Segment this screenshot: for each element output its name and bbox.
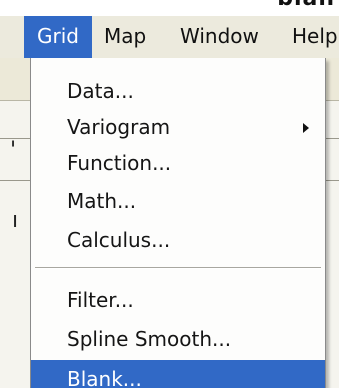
menu-item-label: Data...	[67, 79, 134, 103]
left-edge-mark: ı	[12, 208, 19, 233]
window-title-strip: blan	[0, 0, 339, 16]
menu-item-label: Calculus...	[67, 228, 171, 252]
menu-item-function[interactable]: Function...	[31, 144, 325, 182]
grid-menu-dropdown: Data... Variogram Function... Math... Ca…	[30, 58, 326, 388]
menu-item-label: Blank...	[67, 367, 142, 388]
menu-item-spline-smooth[interactable]: Spline Smooth...	[31, 320, 325, 358]
window-title-text: blan	[0, 0, 339, 11]
menu-separator	[35, 267, 321, 269]
menubar-item-window[interactable]: Window	[180, 16, 259, 58]
menu-item-variogram[interactable]: Variogram	[31, 108, 325, 146]
menubar-item-map[interactable]: Map	[104, 16, 146, 58]
menu-item-label: Math...	[67, 189, 137, 213]
menu-item-filter[interactable]: Filter...	[31, 281, 325, 319]
menu-item-label: Variogram	[67, 115, 171, 139]
menubar-item-help[interactable]: Help	[292, 16, 338, 58]
menu-item-label: Spline Smooth...	[67, 327, 232, 351]
left-edge-mark: '	[10, 138, 17, 163]
menu-item-label: Filter...	[67, 288, 134, 312]
menu-item-calculus[interactable]: Calculus...	[31, 221, 325, 259]
menu-bar: Grid Map Window Help	[0, 16, 339, 58]
menu-item-data[interactable]: Data...	[31, 72, 325, 110]
menubar-item-grid[interactable]: Grid	[24, 16, 92, 58]
menu-item-blank[interactable]: Blank...	[31, 360, 325, 388]
submenu-arrow-icon	[303, 123, 309, 133]
menu-item-math[interactable]: Math...	[31, 182, 325, 220]
menu-item-label: Function...	[67, 151, 172, 175]
